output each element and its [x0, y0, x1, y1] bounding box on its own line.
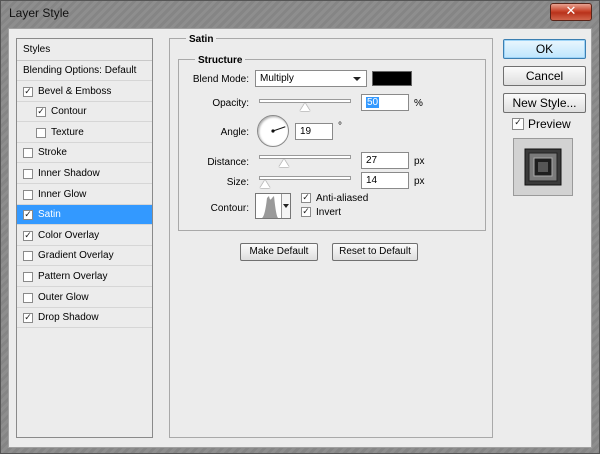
opacity-slider-thumb[interactable]	[300, 103, 310, 111]
styles-list: Styles Blending Options: Default ✓ Bevel &…	[16, 38, 153, 438]
angle-value: 19	[300, 126, 312, 137]
blend-mode-value: Multiply	[260, 73, 294, 84]
contour-label: Contour:	[210, 203, 249, 214]
size-label: Size:	[226, 177, 249, 188]
style-item-label: Pattern Overlay	[38, 271, 108, 282]
preview-checkbox[interactable]: ✓	[512, 118, 524, 130]
distance-slider[interactable]	[259, 155, 351, 159]
distance-unit: px	[414, 156, 425, 167]
style-item-blending-options-default[interactable]: Blending Options: Default	[17, 61, 152, 81]
size-slider[interactable]	[259, 176, 351, 180]
style-item-label: Satin	[38, 209, 61, 221]
angle-dial[interactable]	[257, 115, 289, 147]
distance-slider-thumb[interactable]	[278, 159, 289, 167]
new-style-button[interactable]: New Style...	[503, 93, 586, 113]
chevron-down-icon	[283, 204, 289, 208]
blend-color-swatch[interactable]	[372, 71, 412, 86]
style-item-checkbox[interactable]: ✓	[23, 230, 33, 241]
style-item-checkbox[interactable]	[36, 127, 46, 138]
style-item-label: Bevel & Emboss	[38, 85, 112, 97]
style-preview	[513, 138, 573, 196]
style-item-outer-glow[interactable]: Outer Glow	[17, 288, 152, 308]
blend-mode-label: Blend Mode:	[192, 74, 249, 85]
style-item-inner-glow[interactable]: Inner Glow	[17, 185, 152, 205]
structure-group: Structure Blend Mode: Multiply Opacity: …	[178, 55, 486, 231]
style-item-checkbox[interactable]	[23, 272, 33, 282]
angle-label: Angle:	[220, 127, 249, 138]
opacity-label: Opacity:	[212, 98, 249, 109]
title-bar[interactable]: Layer Style ✕	[1, 1, 599, 27]
opacity-input[interactable]: 50	[361, 94, 409, 111]
style-item-checkbox[interactable]: ✓	[23, 86, 33, 97]
distance-value: 27	[366, 155, 378, 166]
contour-curve-icon	[257, 196, 283, 218]
style-item-color-overlay[interactable]: ✓ Color Overlay	[17, 226, 152, 246]
style-item-inner-shadow[interactable]: Inner Shadow	[17, 164, 152, 184]
distance-label: Distance:	[207, 157, 249, 168]
style-item-checkbox[interactable]: ✓	[23, 210, 33, 221]
preview-label: Preview	[528, 117, 571, 131]
structure-title: Structure	[195, 55, 246, 66]
style-item-label: Gradient Overlay	[38, 250, 114, 262]
style-item-label: Stroke	[38, 147, 67, 159]
style-item-pattern-overlay[interactable]: Pattern Overlay	[17, 267, 152, 287]
blend-mode-select[interactable]: Multiply	[255, 70, 367, 87]
size-input[interactable]: 14	[361, 172, 409, 189]
angle-unit: °	[338, 121, 342, 132]
anti-aliased-checkbox[interactable]: ✓	[301, 193, 311, 203]
style-item-stroke[interactable]: Stroke	[17, 143, 152, 164]
style-item-label: Blending Options: Default	[23, 65, 137, 76]
style-item-satin[interactable]: ✓ Satin	[17, 205, 152, 226]
anti-aliased-label: Anti-aliased	[316, 193, 369, 204]
preview-thumbnail-icon	[524, 148, 562, 186]
style-item-label: Drop Shadow	[38, 312, 99, 324]
style-item-checkbox[interactable]	[23, 189, 33, 200]
invert-checkbox[interactable]: ✓	[301, 207, 311, 217]
satin-panel: Satin Structure Blend Mode: Multiply Opa…	[169, 34, 493, 438]
distance-input[interactable]: 27	[361, 152, 409, 169]
style-item-contour[interactable]: ✓ Contour	[17, 102, 152, 123]
contour-dropdown-button[interactable]	[281, 194, 290, 218]
style-item-checkbox[interactable]: ✓	[23, 313, 33, 324]
style-item-gradient-overlay[interactable]: Gradient Overlay	[17, 246, 152, 267]
style-item-checkbox[interactable]	[23, 148, 33, 159]
satin-title: Satin	[186, 34, 217, 45]
style-item-label: Contour	[51, 106, 87, 118]
invert-label: Invert	[316, 207, 342, 218]
size-value: 14	[366, 175, 378, 186]
style-item-texture[interactable]: Texture	[17, 123, 152, 143]
style-item-checkbox[interactable]	[23, 169, 33, 179]
style-item-checkbox[interactable]	[23, 292, 33, 303]
style-item-bevel-emboss[interactable]: ✓ Bevel & Emboss	[17, 82, 152, 102]
styles-header[interactable]: Styles	[17, 39, 152, 61]
style-item-label: Inner Shadow	[38, 168, 100, 179]
ok-button[interactable]: OK	[503, 39, 586, 59]
style-item-checkbox[interactable]	[23, 251, 33, 262]
window-title: Layer Style	[9, 6, 70, 20]
reset-to-default-button[interactable]: Reset to Default	[332, 243, 418, 261]
opacity-unit: %	[414, 98, 423, 109]
style-item-drop-shadow[interactable]: ✓ Drop Shadow	[17, 308, 152, 329]
size-slider-thumb[interactable]	[259, 180, 270, 188]
chevron-down-icon	[353, 77, 361, 81]
close-button[interactable]: ✕	[550, 3, 592, 21]
close-icon: ✕	[565, 4, 577, 19]
opacity-value: 50	[366, 97, 380, 108]
contour-picker[interactable]	[255, 193, 291, 219]
angle-input[interactable]: 19	[295, 123, 333, 140]
cancel-button[interactable]: Cancel	[503, 66, 586, 86]
layer-style-dialog: Layer Style ✕ Styles Blending Options: D…	[0, 0, 600, 454]
style-item-checkbox[interactable]: ✓	[36, 107, 46, 118]
angle-indicator-icon	[271, 126, 286, 133]
dialog-body: Styles Blending Options: Default ✓ Bevel &…	[8, 28, 592, 448]
style-item-label: Inner Glow	[38, 188, 87, 200]
make-default-button[interactable]: Make Default	[240, 243, 318, 261]
size-unit: px	[414, 176, 425, 187]
style-item-label: Outer Glow	[38, 291, 89, 303]
style-item-label: Color Overlay	[38, 229, 100, 241]
style-item-label: Texture	[51, 126, 84, 138]
